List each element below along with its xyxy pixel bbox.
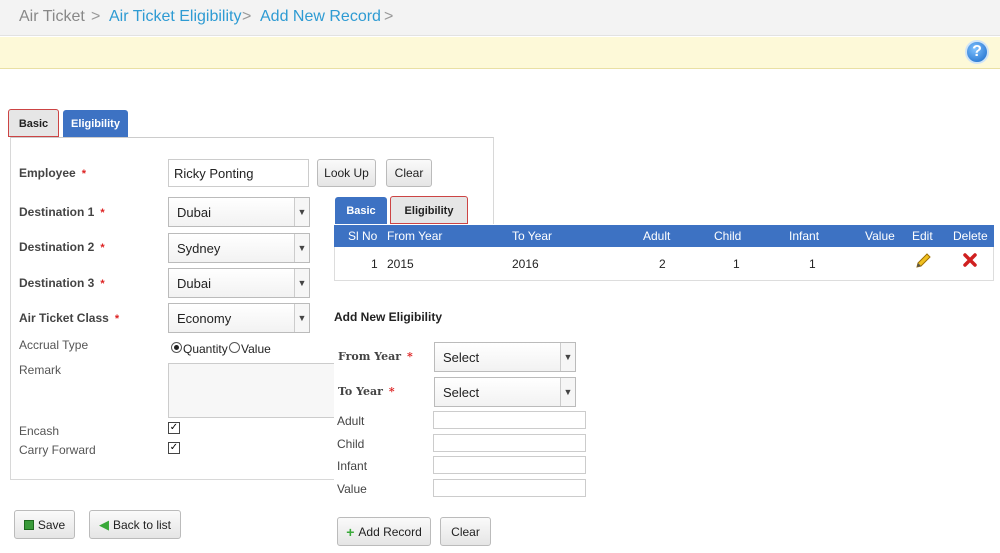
plus-icon: +: [346, 523, 355, 540]
col-sl-no: Sl No: [348, 229, 378, 243]
infant-label: Infant: [337, 459, 368, 473]
breadcrumb-separator: >: [91, 8, 101, 25]
employee-field[interactable]: Ricky Ponting: [168, 159, 309, 187]
accrual-value-label: Value: [241, 342, 271, 356]
col-delete: Delete: [953, 229, 988, 243]
adult-label: Adult: [337, 414, 365, 428]
breadcrumb-separator: >: [242, 8, 252, 25]
cell-sl-no: 1: [371, 257, 378, 271]
destination1-value: Dubai: [177, 204, 211, 220]
from-year-value: Select: [443, 349, 480, 365]
col-value: Value: [865, 229, 895, 243]
accrual-quantity-label: Quantity: [183, 342, 228, 356]
pencil-icon[interactable]: [914, 252, 932, 273]
delete-icon[interactable]: [962, 252, 978, 271]
value-label: Value: [337, 482, 367, 496]
encash-checkbox[interactable]: ✓: [168, 422, 180, 434]
eligibility-grid-header: Sl No From Year To Year Adult Child Infa…: [334, 225, 994, 247]
from-year-select[interactable]: Select ▼: [434, 342, 576, 372]
lookup-button[interactable]: Look Up: [317, 159, 376, 187]
destination2-select[interactable]: Sydney ▼: [168, 233, 310, 263]
save-label: Save: [37, 517, 66, 532]
clear-button[interactable]: Clear: [386, 159, 432, 187]
to-year-label: To Year *: [338, 385, 395, 398]
infant-field[interactable]: [433, 456, 586, 474]
table-row: 1 2015 2016 2 1 1: [334, 247, 994, 281]
remark-label: Remark: [19, 363, 62, 377]
eligibility-clear-button[interactable]: Clear: [440, 517, 491, 546]
encash-label: Encash: [19, 424, 60, 438]
notice-bar: [0, 37, 1000, 69]
cell-infant: 1: [809, 257, 816, 271]
breadcrumb-separator: >: [384, 8, 394, 25]
chevron-down-icon: ▼: [294, 198, 309, 226]
carry-forward-label: Carry Forward: [19, 443, 96, 457]
child-field[interactable]: [433, 434, 586, 452]
col-child: Child: [714, 229, 742, 243]
adult-field[interactable]: [433, 411, 586, 429]
add-new-eligibility-title: Add New Eligibility: [334, 310, 443, 324]
chevron-down-icon: ▼: [560, 343, 575, 371]
eligibility-tab-basic[interactable]: Basic: [335, 197, 387, 224]
air-ticket-class-select[interactable]: Economy ▼: [168, 303, 310, 333]
to-year-select[interactable]: Select ▼: [434, 377, 576, 407]
breadcrumb-add-new-record: Add New Record: [260, 8, 381, 25]
destination1-select[interactable]: Dubai ▼: [168, 197, 310, 227]
back-to-list-button[interactable]: ◀ Back to list: [89, 510, 181, 539]
cell-adult: 2: [659, 257, 666, 271]
eligibility-tab-eligibility[interactable]: Eligibility: [390, 196, 468, 224]
chevron-down-icon: ▼: [294, 269, 309, 297]
back-to-list-label: Back to list: [112, 517, 172, 532]
save-button[interactable]: Save: [14, 510, 75, 539]
cell-child: 1: [733, 257, 740, 271]
destination3-label: Destination 3 *: [19, 276, 105, 290]
child-label: Child: [337, 437, 365, 451]
cell-from-year: 2015: [387, 257, 414, 271]
air-ticket-class-value: Economy: [177, 310, 232, 326]
add-record-button[interactable]: + Add Record: [337, 517, 431, 546]
col-edit: Edit: [912, 229, 933, 243]
destination1-label: Destination 1 *: [19, 205, 105, 219]
chevron-down-icon: ▼: [294, 304, 309, 332]
destination3-select[interactable]: Dubai ▼: [168, 268, 310, 298]
destination2-label: Destination 2 *: [19, 240, 105, 254]
breadcrumb-air-ticket-eligibility[interactable]: Air Ticket Eligibility: [109, 8, 241, 26]
breadcrumb-air-ticket[interactable]: Air Ticket: [19, 8, 85, 26]
tab-eligibility[interactable]: Eligibility: [63, 110, 128, 137]
chevron-down-icon: ▼: [560, 378, 575, 406]
employee-label: Employee *: [19, 166, 86, 180]
air-ticket-class-label: Air Ticket Class *: [19, 311, 120, 325]
carry-forward-checkbox[interactable]: ✓: [168, 442, 180, 454]
value-field[interactable]: [433, 479, 586, 497]
accrual-type-label: Accrual Type: [19, 338, 89, 352]
chevron-down-icon: ▼: [294, 234, 309, 262]
breadcrumb: Air Ticket > Air Ticket Eligibility > Ad…: [0, 0, 1000, 36]
accrual-quantity-radio[interactable]: [171, 342, 182, 353]
col-to-year: To Year: [512, 229, 553, 243]
col-adult: Adult: [643, 229, 671, 243]
col-from-year: From Year: [387, 229, 443, 243]
destination3-value: Dubai: [177, 275, 211, 291]
add-record-label: Add Record: [358, 524, 422, 539]
from-year-label: From Year *: [338, 350, 413, 363]
cell-to-year: 2016: [512, 257, 539, 271]
destination2-value: Sydney: [177, 240, 221, 256]
to-year-value: Select: [443, 384, 480, 400]
remark-textarea[interactable]: [168, 363, 338, 418]
save-icon: [23, 519, 34, 530]
arrow-left-icon: ◀: [98, 516, 109, 532]
help-icon[interactable]: ?: [965, 40, 989, 64]
tab-basic[interactable]: Basic: [8, 109, 59, 137]
accrual-value-radio[interactable]: [229, 342, 240, 353]
col-infant: Infant: [789, 229, 820, 243]
